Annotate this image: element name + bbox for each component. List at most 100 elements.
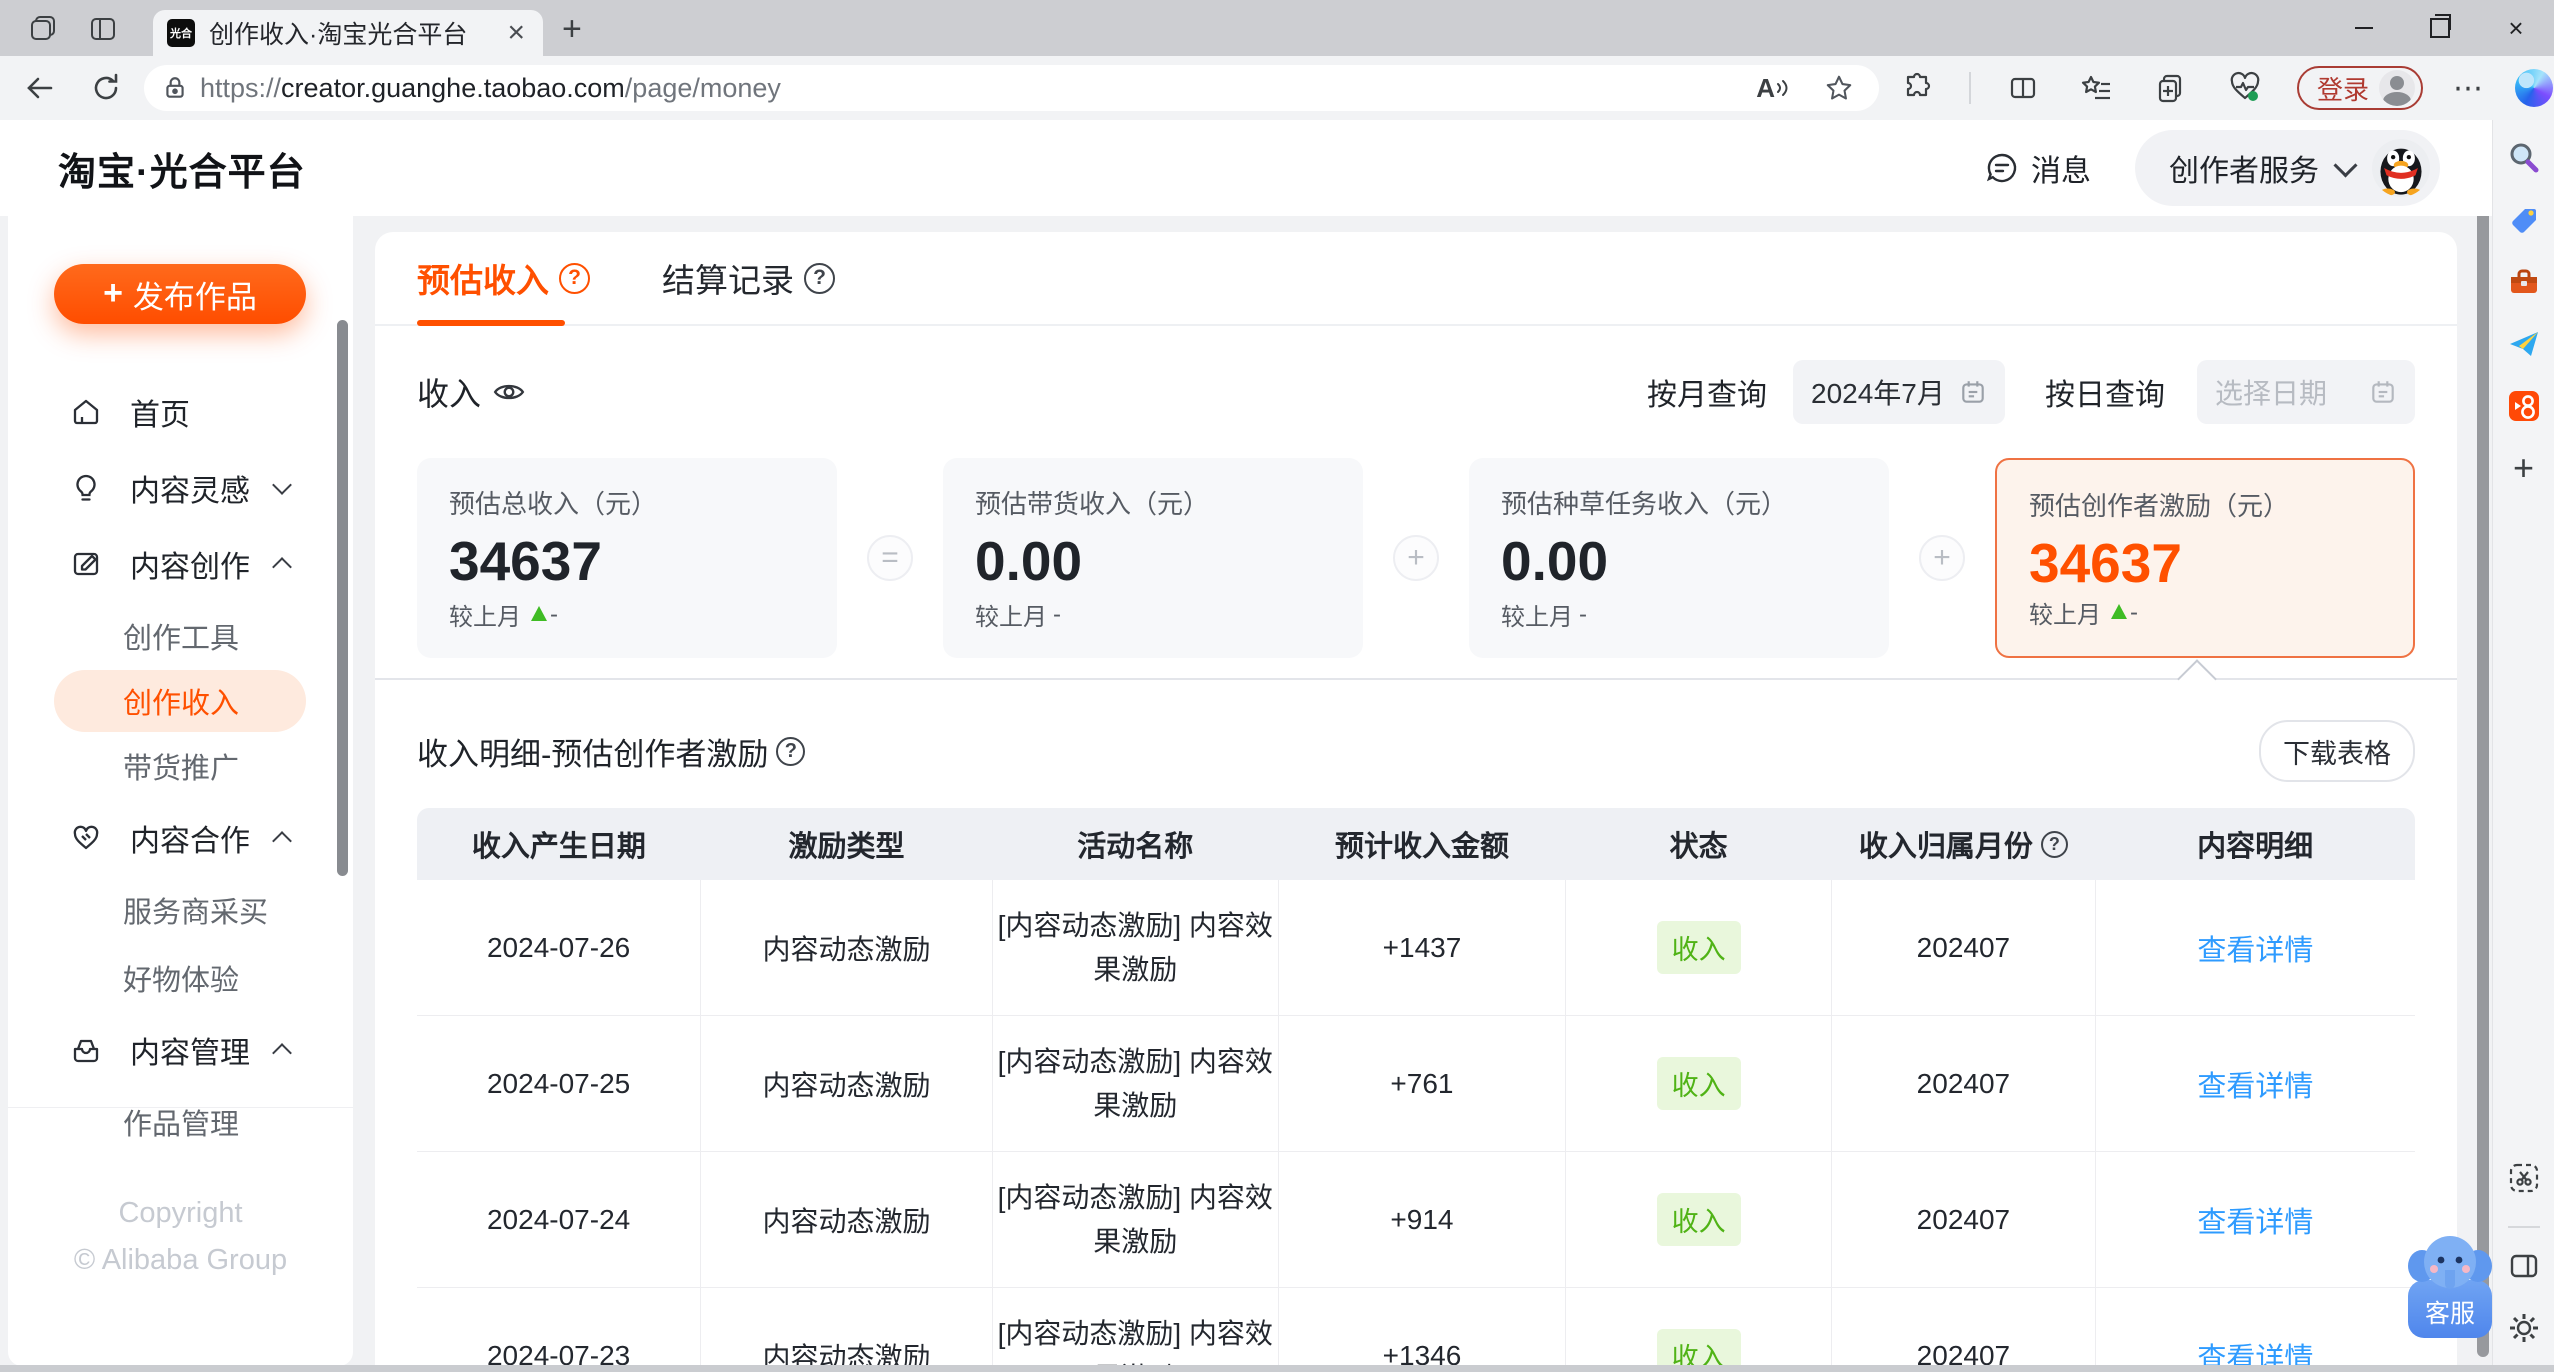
column-header-活动名称: 活动名称 [992, 808, 1279, 880]
stat-card-label: 预估带货收入（元） [975, 489, 1210, 519]
sidebar-subitem-带货推广[interactable]: 带货推广 [8, 732, 353, 800]
day-picker[interactable]: 选择日期 [2197, 360, 2415, 424]
sidebar-tools-icon[interactable] [2506, 264, 2542, 300]
split-screen-icon[interactable] [2001, 66, 2045, 110]
tab-close-icon[interactable]: × [503, 18, 529, 48]
cell-date-text: 2024-07-24 [486, 1203, 631, 1235]
view-details-link-text[interactable]: 查看详情 [2197, 1207, 2313, 1239]
customer-service-widget[interactable]: 客服 [2404, 1232, 2496, 1340]
cooperation-icon [70, 822, 102, 854]
cell-incentive-type-text: 内容动态激励 [762, 1069, 931, 1101]
stat-card-label: 预估创作者激励（元） [2029, 491, 2290, 521]
settings-more-icon[interactable]: ⋯ [2453, 71, 2485, 106]
tab-estimated-income[interactable]: 预估收入 ? [417, 254, 590, 302]
user-avatar[interactable] [2372, 139, 2430, 197]
stat-card-1[interactable]: 预估总收入（元） 34637 较上月 - [417, 458, 837, 658]
sidebar-subitem-服务商采买[interactable]: 服务商采买 [8, 876, 353, 944]
help-icon[interactable]: ? [559, 262, 590, 294]
browser-essentials-icon[interactable] [2223, 66, 2267, 110]
read-aloud-icon[interactable]: A [1756, 73, 1791, 104]
sidebar-settings-icon[interactable] [2506, 1310, 2542, 1346]
workspaces-icon[interactable] [28, 14, 58, 44]
sidebar-item-内容灵感[interactable]: 内容灵感 [8, 450, 353, 526]
sidebar-shopping-icon[interactable] [2506, 202, 2542, 238]
collections-icon[interactable] [2149, 66, 2193, 110]
stat-card-4[interactable]: 预估创作者激励（元） 34637 较上月 - [1995, 458, 2415, 658]
chevron-down-icon [2333, 152, 2358, 178]
tab-settlement-records[interactable]: 结算记录 ? [662, 254, 835, 302]
cell-amount-text: +914 [1390, 1203, 1454, 1235]
help-icon[interactable]: ? [804, 262, 835, 294]
url-text[interactable]: https://creator.guanghe.taobao.com/page/… [200, 73, 1756, 104]
cell-date: 2024-07-24 [417, 1151, 702, 1288]
help-icon[interactable]: ? [2040, 830, 2068, 858]
sidebar-footer: Copyright © Alibaba Group [8, 1107, 353, 1366]
sidebar-toggle-icon[interactable] [2506, 1248, 2542, 1284]
sidebar-search-icon[interactable] [2506, 140, 2542, 176]
cell-activity-name: [内容动态激励] 内容效果激励 [992, 1287, 1279, 1372]
sidebar-messenger-icon[interactable] [2506, 326, 2542, 362]
sidebar-scrollbar[interactable] [337, 320, 348, 876]
stat-card-compare: 较上月 - [2029, 598, 2138, 630]
cell-activity-name-text: [内容动态激励] 内容效果激励 [997, 1046, 1273, 1121]
sidebar-item-内容合作[interactable]: 内容合作 [8, 800, 353, 876]
sidebar-subitem-创作收入[interactable]: 创作收入 [54, 670, 306, 732]
month-picker[interactable]: 2024年7月 [1793, 360, 2005, 424]
new-tab-button[interactable]: + [562, 12, 582, 46]
view-details-link-text[interactable]: 查看详情 [2197, 1071, 2313, 1103]
login-button[interactable]: 登录 [2297, 66, 2424, 110]
publish-work-button[interactable]: + 发布作品 [54, 264, 306, 324]
cell-month-text: 202407 [1916, 1067, 2011, 1099]
month-query-label: 按月查询 [1647, 379, 1767, 412]
help-icon[interactable]: ? [776, 736, 806, 766]
minimize-button[interactable] [2326, 0, 2402, 56]
sidebar-item-内容管理[interactable]: 内容管理 [8, 1012, 353, 1088]
cell-incentive-type: 内容动态激励 [700, 1287, 993, 1372]
active-tab[interactable]: 光合 创作收入·淘宝光合平台 × [153, 10, 543, 56]
window-controls: × [2326, 0, 2554, 56]
sidebar-kuaishou-icon[interactable] [2506, 388, 2542, 424]
sidebar-add-icon[interactable]: + [2506, 450, 2542, 486]
messages-button[interactable]: 消息 [1985, 146, 2091, 190]
eye-visibility-icon[interactable] [493, 380, 525, 404]
cell-incentive-type-text: 内容动态激励 [762, 933, 931, 965]
stat-card-3[interactable]: 预估种草任务收入（元） 0.00 较上月 - [1469, 458, 1889, 658]
view-details-link: 查看详情 [2095, 880, 2415, 1016]
view-details-link-text[interactable]: 查看详情 [2197, 935, 2313, 967]
page-scrollbar[interactable] [2477, 185, 2489, 1357]
sidebar-item-label: 首页 [130, 399, 190, 432]
penguin-avatar-icon [2380, 148, 2422, 196]
chevron-up-icon [272, 831, 292, 851]
close-button[interactable]: × [2478, 0, 2554, 56]
tab-actions-icon[interactable] [88, 14, 118, 44]
web-capture-icon[interactable] [2506, 1160, 2542, 1196]
login-label: 登录 [2317, 74, 2370, 105]
income-tabs: 预估收入 ? 结算记录 ? [375, 232, 2457, 326]
address-bar[interactable]: https://creator.guanghe.taobao.com/page/… [144, 65, 1879, 111]
sidebar-subitem-创作工具[interactable]: 创作工具 [8, 602, 353, 670]
site-logo[interactable]: 淘宝·光合平台 [58, 141, 306, 196]
chevron-down-icon [272, 475, 292, 495]
sidebar-item-首页[interactable]: 首页 [8, 374, 353, 450]
messages-label: 消息 [2031, 155, 2091, 188]
back-icon[interactable] [18, 66, 62, 110]
stat-card-2[interactable]: 预估带货收入（元） 0.00 较上月 - [943, 458, 1363, 658]
copilot-icon[interactable] [2515, 69, 2554, 107]
cell-status: 收入 [1565, 1151, 1833, 1288]
browser-window: 光合 创作收入·淘宝光合平台 × + × https://creator.gua… [0, 0, 2554, 1372]
refresh-icon[interactable] [84, 66, 128, 110]
cell-activity-name: [内容动态激励] 内容效果激励 [992, 1015, 1279, 1152]
cell-status: 收入 [1565, 1287, 1833, 1372]
sidebar-subitem-好物体验[interactable]: 好物体验 [8, 944, 353, 1012]
bulb-icon [70, 472, 102, 504]
cell-incentive-type-text: 内容动态激励 [762, 1205, 931, 1237]
favorite-star-icon[interactable] [1817, 66, 1861, 110]
cell-month: 202407 [1831, 1015, 2096, 1152]
site-favicon: 光合 [167, 19, 195, 47]
favorites-list-icon[interactable] [2075, 66, 2119, 110]
sidebar-item-内容创作[interactable]: 内容创作 [8, 526, 353, 602]
restore-button[interactable] [2402, 0, 2478, 56]
creator-service-menu[interactable]: 创作者服务 [2135, 130, 2440, 206]
extensions-icon[interactable] [1895, 66, 1939, 110]
download-table-button[interactable]: 下载表格 [2259, 720, 2415, 782]
